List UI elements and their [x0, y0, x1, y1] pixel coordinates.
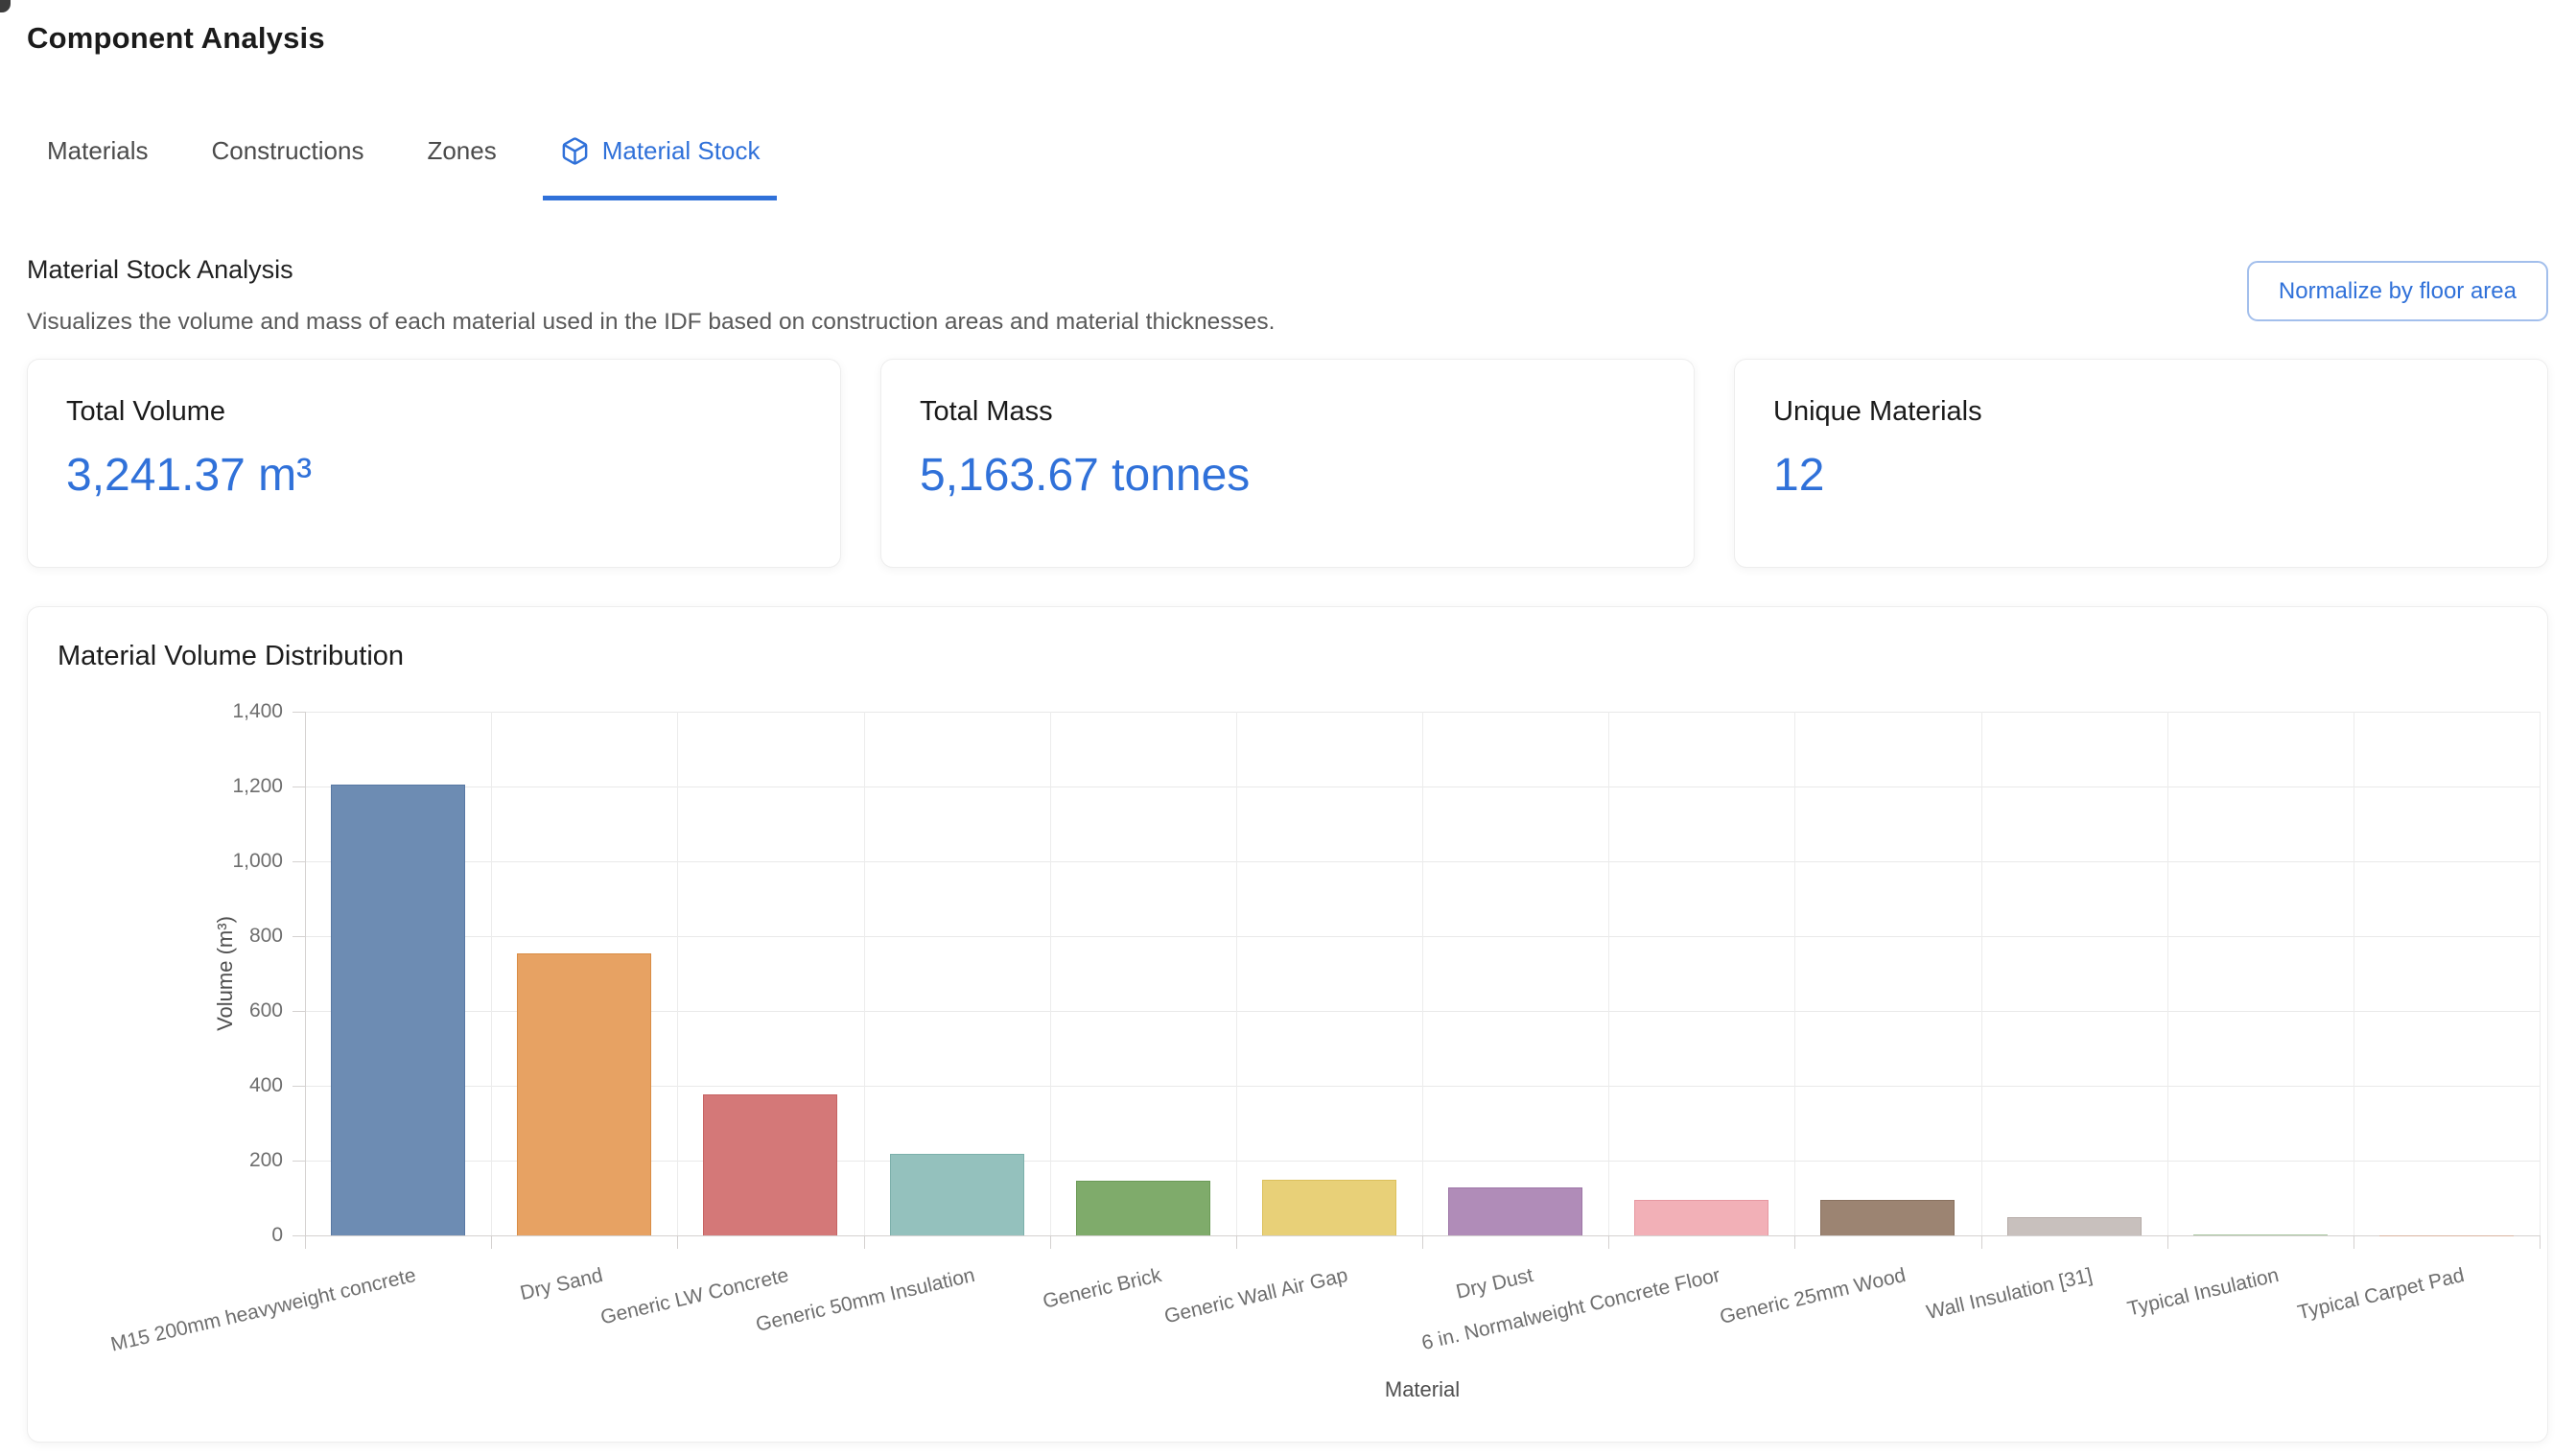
- tab-materials[interactable]: Materials: [45, 136, 150, 200]
- tab-material-stock[interactable]: Material Stock: [558, 136, 762, 200]
- normalize-by-floor-area-button[interactable]: Normalize by floor area: [2247, 261, 2548, 321]
- stat-value: 12: [1773, 449, 2509, 502]
- stat-label: Unique Materials: [1773, 396, 2509, 428]
- window-corner-artifact: [0, 0, 11, 12]
- tab-zones[interactable]: Zones: [425, 136, 498, 200]
- stat-value: 3,241.37 m³: [66, 449, 802, 502]
- page-title: Component Analysis: [27, 21, 325, 56]
- stat-card-total-mass: Total Mass 5,163.67 tonnes: [880, 359, 1695, 568]
- section-description: Visualizes the volume and mass of each m…: [27, 309, 1275, 336]
- tab-bar: Materials Constructions Zones Material Stoc…: [45, 136, 821, 200]
- component-analysis-page: Component Analysis Materials Construction…: [0, 0, 2576, 1456]
- tab-label: Material Stock: [602, 136, 761, 166]
- section-heading: Material Stock Analysis: [27, 255, 293, 285]
- stat-label: Total Mass: [920, 396, 1655, 428]
- stat-label: Total Volume: [66, 396, 802, 428]
- tab-label: Materials: [47, 136, 148, 166]
- chart-title: Material Volume Distribution: [58, 641, 404, 672]
- tab-constructions[interactable]: Constructions: [209, 136, 365, 200]
- stat-cards-row: Total Volume 3,241.37 m³ Total Mass 5,163.6…: [27, 359, 2548, 568]
- stat-card-total-volume: Total Volume 3,241.37 m³: [27, 359, 841, 568]
- material-volume-chart-card: [27, 606, 2548, 1443]
- tab-label: Zones: [427, 136, 496, 166]
- stat-card-unique-materials: Unique Materials 12: [1734, 359, 2548, 568]
- box-icon: [560, 136, 590, 166]
- tab-label: Constructions: [211, 136, 363, 166]
- stat-value: 5,163.67 tonnes: [920, 449, 1655, 502]
